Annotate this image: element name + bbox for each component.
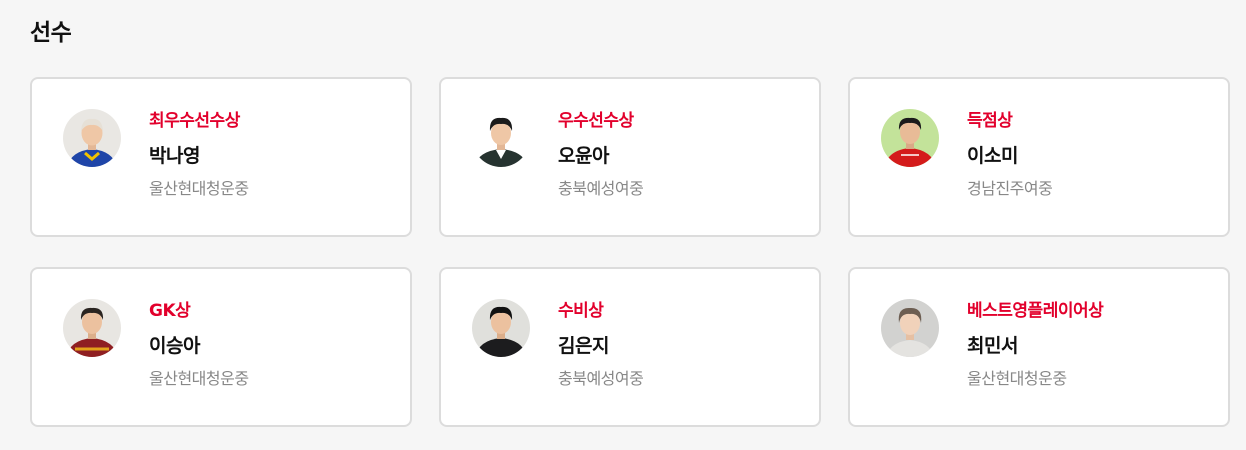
player-name: 이소미 [967,145,1018,167]
section-title: 선수 [30,20,72,46]
player-photo-avatar [881,299,939,357]
award-title: 최우수선수상 [149,111,240,131]
player-photo-avatar [881,109,939,167]
award-title: 베스트영플레이어상 [967,301,1104,321]
player-name: 박나영 [149,145,200,167]
player-card-4[interactable]: 수비상 김은지 충북예성여중 [439,267,821,427]
award-title: GK상 [149,301,191,321]
player-awards-grid: 최우수선수상 박나영 울산현대청운중 우수선수상 오윤아 충북예성여중 득점상 … [30,77,1230,427]
player-card-1[interactable]: 우수선수상 오윤아 충북예성여중 [439,77,821,237]
player-name: 최민서 [967,335,1018,357]
player-card-0[interactable]: 최우수선수상 박나영 울산현대청운중 [30,77,412,237]
player-photo-avatar [472,299,530,357]
player-school: 경남진주여중 [967,179,1053,198]
player-card-2[interactable]: 득점상 이소미 경남진주여중 [848,77,1230,237]
award-title: 수비상 [558,301,604,321]
player-name: 오윤아 [558,145,609,167]
award-title: 득점상 [967,111,1013,131]
player-school: 울산현대청운중 [967,369,1067,388]
player-photo-avatar [63,299,121,357]
player-school: 울산현대청운중 [149,369,249,388]
award-title: 우수선수상 [558,111,634,131]
player-name: 이승아 [149,335,200,357]
player-photo-avatar [472,109,530,167]
player-school: 울산현대청운중 [149,179,249,198]
player-card-3[interactable]: GK상 이승아 울산현대청운중 [30,267,412,427]
player-photo-avatar [63,109,121,167]
player-name: 김은지 [558,335,609,357]
player-school: 충북예성여중 [558,369,644,388]
player-school: 충북예성여중 [558,179,644,198]
player-card-5[interactable]: 베스트영플레이어상 최민서 울산현대청운중 [848,267,1230,427]
